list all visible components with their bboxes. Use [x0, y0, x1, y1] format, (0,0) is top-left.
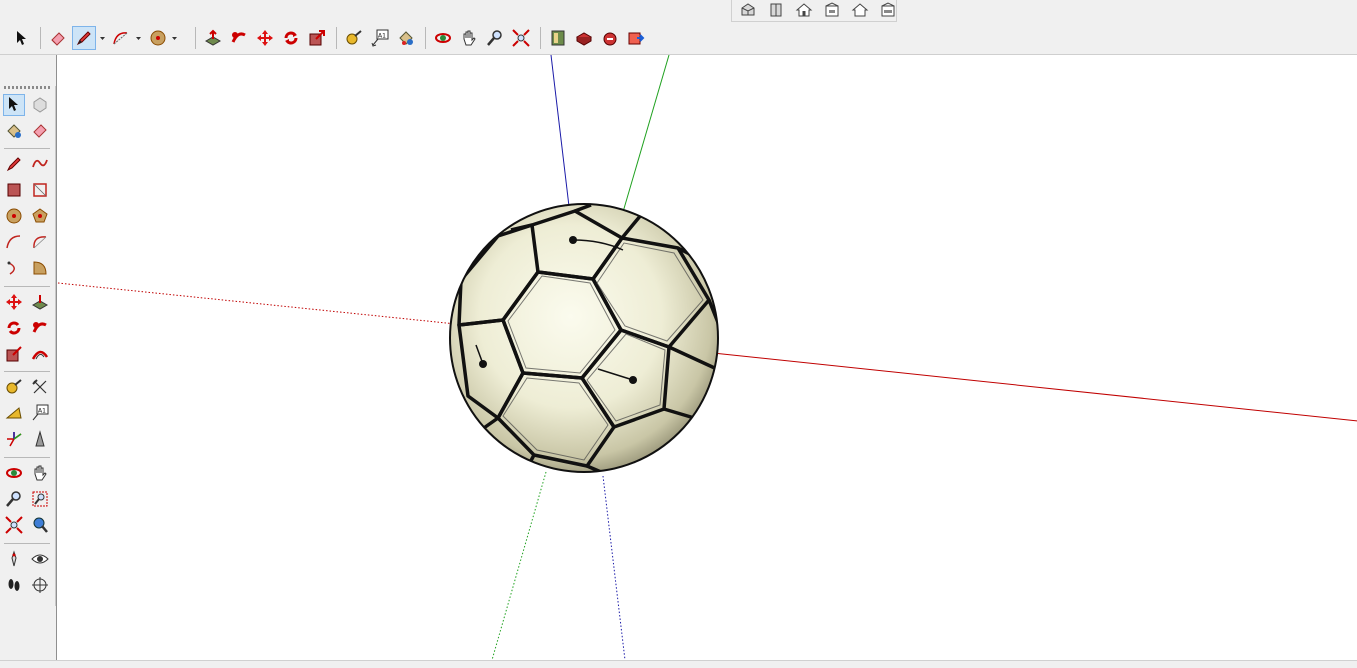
separator	[425, 27, 426, 49]
blue-axis-negative	[602, 475, 626, 660]
left-view-icon[interactable]	[876, 0, 900, 20]
green-axis-positive	[622, 55, 670, 213]
chevron-down-icon[interactable]	[98, 26, 106, 50]
share-model-icon[interactable]	[598, 26, 622, 50]
chevron-down-icon[interactable]	[170, 26, 178, 50]
scale-icon[interactable]	[3, 343, 25, 365]
separator	[40, 27, 41, 49]
circle-icon[interactable]	[148, 26, 168, 50]
pan-icon[interactable]	[457, 26, 481, 50]
soccer-ball-model[interactable]	[449, 203, 721, 473]
push-pull-icon[interactable]	[201, 26, 225, 50]
red-axis-negative	[57, 282, 457, 325]
arc-icon[interactable]	[3, 231, 25, 253]
text-icon[interactable]: A1	[368, 26, 392, 50]
separator	[4, 286, 50, 287]
separator	[4, 371, 50, 372]
pie-icon[interactable]	[29, 257, 51, 279]
eraser-icon[interactable]	[29, 120, 51, 142]
three-point-arc-icon[interactable]	[3, 257, 25, 279]
scene-canvas[interactable]	[57, 55, 1357, 660]
right-view-icon[interactable]	[820, 0, 844, 20]
large-tool-set-toolbar: A1	[0, 86, 56, 606]
iso-view-icon[interactable]	[736, 0, 760, 20]
make-component-icon[interactable]	[29, 94, 51, 116]
red-axis-positive	[712, 352, 1357, 422]
select-icon[interactable]	[9, 26, 33, 50]
zoom-extents-icon[interactable]	[509, 26, 533, 50]
separator	[4, 543, 50, 544]
separator	[4, 148, 50, 149]
rotate-icon[interactable]	[3, 317, 25, 339]
eraser-icon[interactable]	[46, 26, 70, 50]
separator	[195, 27, 196, 49]
pencil-icon[interactable]	[72, 26, 96, 50]
two-point-arc-icon[interactable]	[29, 231, 51, 253]
look-around-icon[interactable]	[29, 548, 51, 570]
front-view-icon[interactable]	[792, 0, 816, 20]
orbit-icon[interactable]	[3, 462, 25, 484]
zoom-icon[interactable]	[483, 26, 507, 50]
push-pull-icon[interactable]	[29, 291, 51, 313]
axes-icon[interactable]	[3, 428, 25, 450]
separator	[336, 27, 337, 49]
3d-text-icon[interactable]	[29, 428, 51, 450]
section-plane-icon[interactable]	[29, 574, 51, 596]
separator	[540, 27, 541, 49]
position-camera-icon[interactable]	[3, 548, 25, 570]
zoom-extents-icon[interactable]	[3, 514, 25, 536]
select-icon[interactable]	[3, 94, 25, 116]
toolbar-drawing-group	[4, 25, 184, 51]
pan-icon[interactable]	[29, 462, 51, 484]
rotated-rectangle-icon[interactable]	[29, 179, 51, 201]
zoom-window-icon[interactable]	[29, 488, 51, 510]
protractor-icon[interactable]	[3, 402, 25, 424]
views-toolbar	[731, 0, 897, 22]
paint-bucket-icon[interactable]	[394, 26, 418, 50]
polygon-icon[interactable]	[29, 205, 51, 227]
model-viewport[interactable]	[56, 55, 1357, 660]
follow-me-icon[interactable]	[29, 317, 51, 339]
send-to-layout-icon[interactable]	[624, 26, 648, 50]
follow-me-icon[interactable]	[227, 26, 251, 50]
dimension-icon[interactable]	[29, 376, 51, 398]
previous-view-icon[interactable]	[29, 514, 51, 536]
rotate-icon[interactable]	[279, 26, 303, 50]
zoom-icon[interactable]	[3, 488, 25, 510]
top-view-icon[interactable]	[764, 0, 788, 20]
main-toolbar: A1	[0, 22, 1357, 55]
offset-icon[interactable]	[29, 343, 51, 365]
rectangle-icon[interactable]	[3, 179, 25, 201]
freehand-icon[interactable]	[29, 153, 51, 175]
move-icon[interactable]	[3, 291, 25, 313]
walk-icon[interactable]	[3, 574, 25, 596]
circle-icon[interactable]	[3, 205, 25, 227]
paint-bucket-icon[interactable]	[3, 120, 25, 142]
toolbar-grip[interactable]	[4, 86, 52, 89]
scale-icon[interactable]	[305, 26, 329, 50]
chevron-down-icon[interactable]	[134, 26, 142, 50]
text-icon[interactable]: A1	[29, 402, 51, 424]
toolbar-modify-group: A1	[190, 25, 650, 51]
extension-icon[interactable]	[572, 26, 596, 50]
svg-text:A1: A1	[378, 33, 386, 40]
move-icon[interactable]	[253, 26, 277, 50]
tape-measure-icon[interactable]	[3, 376, 25, 398]
orbit-icon[interactable]	[431, 26, 455, 50]
separator	[4, 457, 50, 458]
svg-text:A1: A1	[38, 408, 46, 415]
green-axis-negative	[491, 471, 547, 660]
arc-icon[interactable]	[112, 26, 132, 50]
warehouse-icon[interactable]	[546, 26, 570, 50]
back-view-icon[interactable]	[848, 0, 872, 20]
line-icon[interactable]	[3, 153, 25, 175]
tape-measure-icon[interactable]	[342, 26, 366, 50]
